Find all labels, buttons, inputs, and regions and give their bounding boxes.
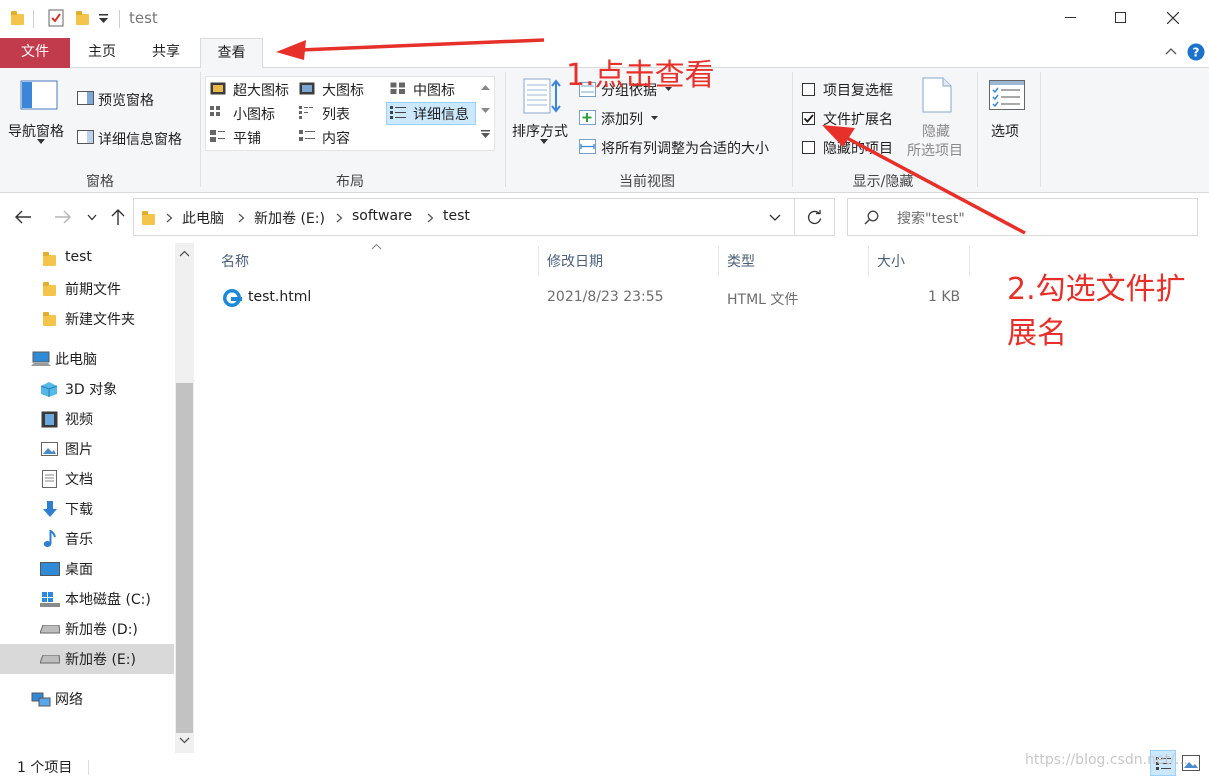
annotation-arrow-1 bbox=[276, 38, 545, 60]
watermark: https://blog.csdn.net/... bbox=[1025, 752, 1189, 768]
annotation-arrows bbox=[276, 38, 1026, 235]
annotation-step-2-line-1: 2.勾选文件扩 bbox=[1007, 272, 1186, 307]
annotation-arrow-2 bbox=[822, 125, 1026, 235]
annotation-step-1: 1.点击查看 bbox=[566, 58, 715, 93]
annotation-step-2-line-2: 展名 bbox=[1007, 316, 1067, 351]
